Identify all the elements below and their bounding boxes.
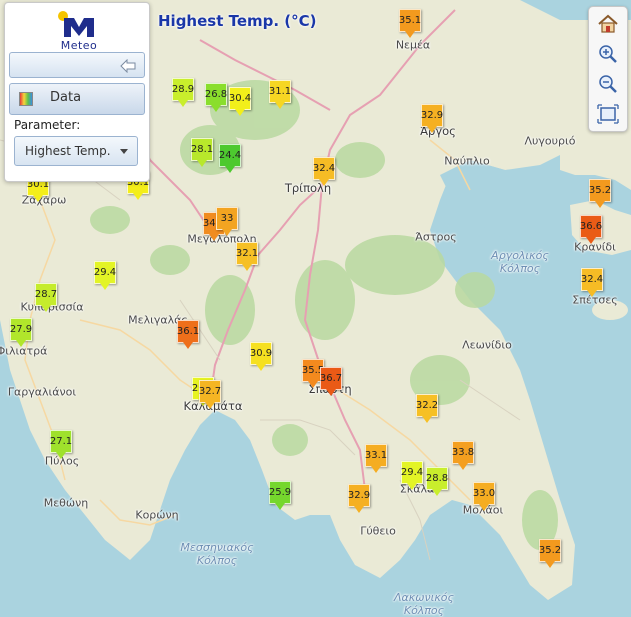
place-label: Κορώνη — [135, 508, 179, 522]
temperature-marker[interactable]: 32.1 — [236, 242, 258, 265]
temperature-marker[interactable]: 30.9 — [250, 342, 272, 365]
data-palette-icon — [19, 92, 33, 106]
temperature-marker[interactable]: 28.8 — [426, 467, 448, 490]
parameter-select-value: Highest Temp. — [25, 144, 111, 158]
temperature-marker[interactable]: 33.0 — [473, 482, 495, 505]
temperature-marker[interactable]: 36.7 — [320, 367, 342, 390]
temperature-marker[interactable]: 29.4 — [94, 261, 116, 284]
temperature-marker[interactable]: 35.2 — [589, 179, 611, 202]
zoom-out-button[interactable] — [594, 71, 622, 97]
place-label: Λυγουριό — [524, 134, 576, 148]
temperature-marker[interactable]: 28.7 — [35, 283, 57, 306]
meteo-logo-icon — [58, 11, 94, 37]
data-button[interactable]: Data — [9, 83, 145, 115]
sea-label: Μεσσηνιακός Κόλπος — [180, 541, 254, 567]
temperature-marker[interactable]: 32.4 — [581, 268, 603, 291]
place-label: Άστρος — [415, 230, 457, 244]
chevron-down-icon — [120, 149, 128, 154]
temperature-marker[interactable]: 30.4 — [229, 87, 251, 110]
temperature-marker[interactable]: 27.9 — [10, 318, 32, 341]
temperature-marker[interactable]: 25.9 — [269, 481, 291, 504]
temperature-marker[interactable]: 32.4 — [313, 157, 335, 180]
back-button[interactable] — [9, 52, 145, 78]
brand-name: Meteo — [60, 39, 98, 52]
place-label: Νεμέα — [395, 38, 431, 52]
place-label: Ναύπλιο — [444, 154, 490, 168]
place-label: Γύθειο — [360, 524, 396, 538]
temperature-marker[interactable]: 28.9 — [172, 78, 194, 101]
temperature-marker[interactable]: 24.4 — [219, 144, 241, 167]
temperature-marker[interactable]: 29.4 — [401, 461, 423, 484]
zoom-out-icon — [599, 75, 617, 93]
temperature-marker[interactable]: 36.6 — [580, 215, 602, 238]
temperature-marker[interactable]: 33 — [216, 207, 238, 230]
temperature-marker[interactable]: 32.9 — [421, 104, 443, 127]
sea-label: Αργολικός Κόλπος — [491, 249, 549, 275]
map-tools — [588, 6, 628, 132]
place-label: Γαργαλιάνοι — [7, 385, 77, 399]
temperature-marker[interactable]: 35.1 — [399, 9, 421, 32]
temperature-marker[interactable]: 31.1 — [269, 80, 291, 103]
temperature-marker[interactable]: 33.8 — [452, 441, 474, 464]
temperature-marker[interactable]: 26.8 — [205, 83, 227, 106]
home-button[interactable] — [594, 11, 622, 37]
zoom-extent-icon — [597, 104, 619, 124]
meteo-logo: Meteo — [55, 9, 103, 52]
place-label: Λεωνίδιο — [462, 338, 512, 352]
parameter-select[interactable]: Highest Temp. — [14, 136, 138, 166]
parameter-label: Parameter: — [14, 118, 81, 132]
temperature-marker[interactable]: 27.1 — [50, 430, 72, 453]
temperature-marker[interactable]: 28.1 — [191, 138, 213, 161]
map-title: Highest Temp. (°C) — [158, 12, 317, 30]
sea-label: Λακωνικός Κόλπος — [393, 591, 454, 617]
zoom-extent-button[interactable] — [594, 101, 622, 127]
temperature-marker[interactable]: 35.2 — [539, 539, 561, 562]
back-arrow-icon — [120, 58, 136, 77]
control-panel: Meteo Data Parameter: Highest Temp. — [4, 2, 150, 182]
temperature-marker[interactable]: 33.1 — [365, 444, 387, 467]
zoom-in-button[interactable] — [594, 41, 622, 67]
place-label: Μεθώνη — [43, 496, 89, 510]
home-icon — [598, 14, 618, 33]
zoom-in-icon — [599, 45, 617, 63]
temperature-marker[interactable]: 32.9 — [348, 484, 370, 507]
data-button-label: Data — [50, 90, 82, 105]
temperature-marker[interactable]: 36.1 — [177, 320, 199, 343]
temperature-marker[interactable]: 32.2 — [416, 394, 438, 417]
temperature-marker[interactable]: 32.7 — [199, 380, 221, 403]
